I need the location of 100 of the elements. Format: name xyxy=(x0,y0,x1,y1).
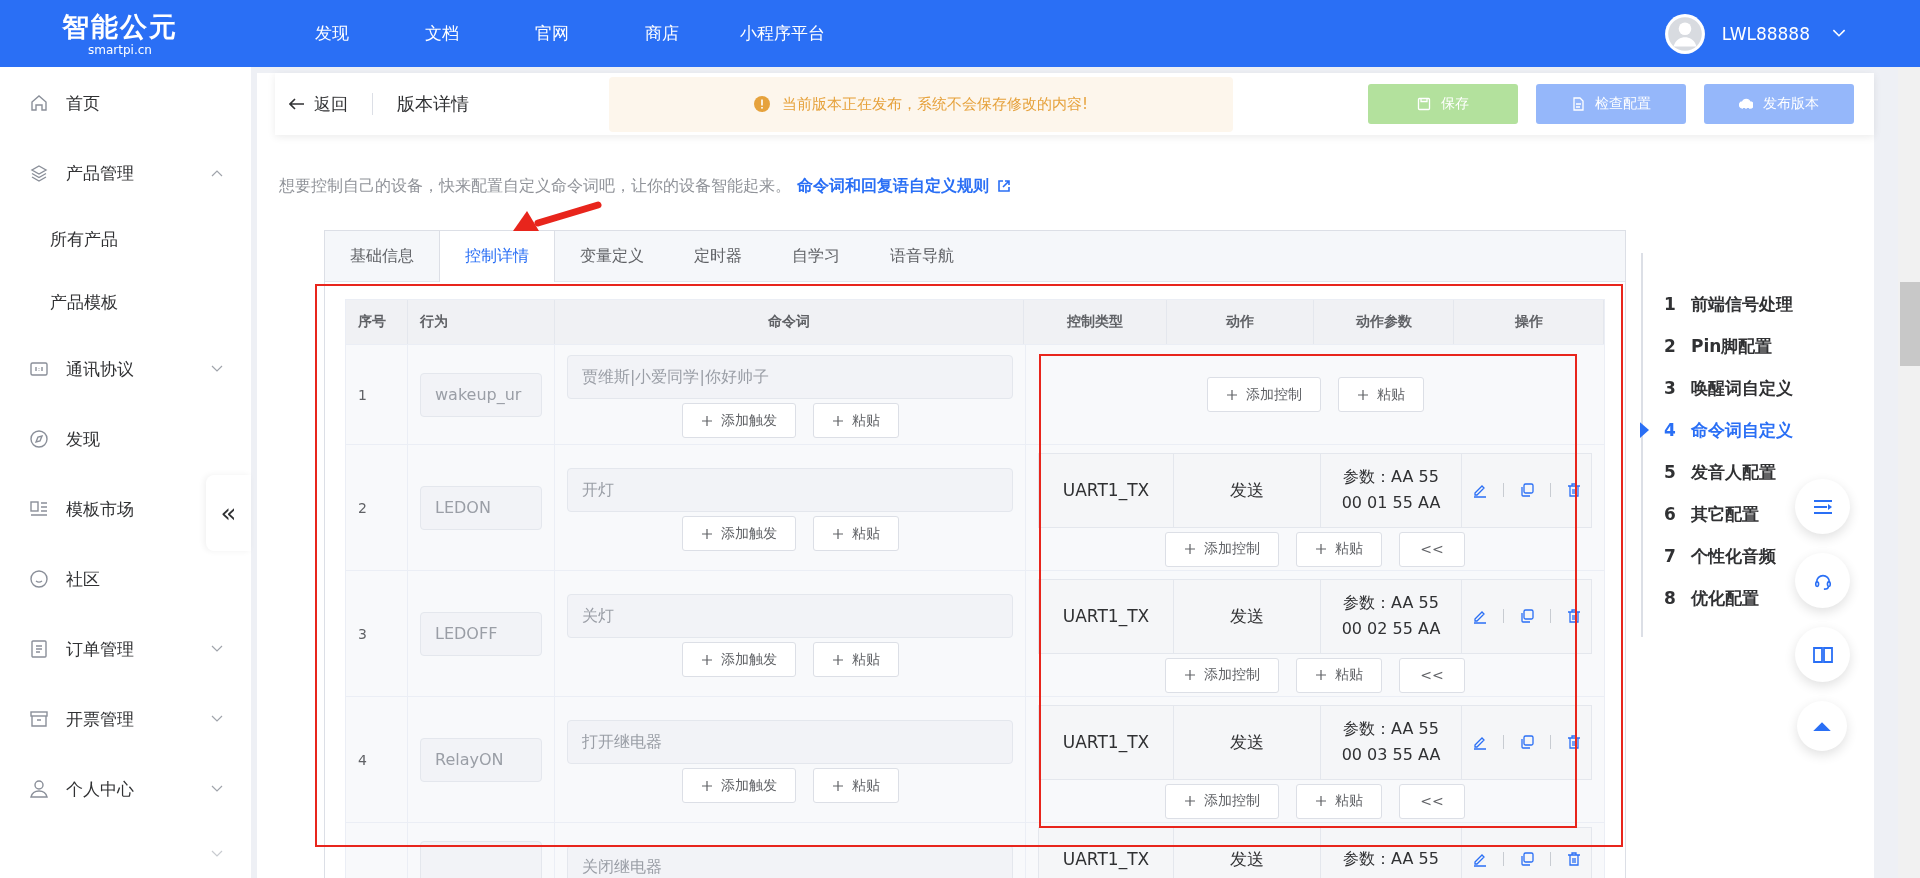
chevron-down-icon[interactable] xyxy=(1832,29,1846,38)
control-type-cell: UART1_TX xyxy=(1039,828,1174,878)
copy-icon[interactable] xyxy=(1518,608,1535,624)
paste-button[interactable]: 粘贴 xyxy=(1296,531,1383,567)
step-link[interactable]: 7 个性化音频 xyxy=(1643,535,1874,577)
collapse-button[interactable]: << xyxy=(1399,531,1465,567)
plus-icon xyxy=(700,779,713,792)
sidebar-item[interactable]: 模板市场 xyxy=(0,474,200,544)
sidebar-item[interactable]: 个人中心 xyxy=(0,754,251,824)
paste-button[interactable]: 粘贴 xyxy=(812,516,899,551)
nav-link[interactable]: 小程序平台 xyxy=(717,22,847,45)
row-number: 2 xyxy=(358,499,368,516)
smile-icon xyxy=(29,569,49,589)
copy-icon[interactable] xyxy=(1518,734,1535,750)
step-link[interactable]: 1 前端信号处理 xyxy=(1643,283,1874,325)
behavior-field[interactable] xyxy=(420,841,542,878)
paste-button[interactable]: 粘贴 xyxy=(812,403,899,438)
nav-link[interactable]: 文档 xyxy=(387,22,497,45)
tab[interactable]: 定时器 xyxy=(669,231,767,281)
sidebar-item[interactable]: 发现 xyxy=(0,404,200,474)
step-link[interactable]: 6 其它配置 xyxy=(1643,493,1874,535)
tab[interactable]: 控制详情 xyxy=(439,231,555,282)
step-link[interactable]: 3 唤醒词自定义 xyxy=(1643,367,1874,409)
sidebar-item[interactable]: 首页 xyxy=(0,68,200,138)
delete-icon[interactable] xyxy=(1565,734,1582,750)
avatar-icon[interactable] xyxy=(1663,12,1706,55)
back-button[interactable]: 返回 xyxy=(289,92,348,116)
user-icon xyxy=(29,779,49,799)
add-trigger-button[interactable]: 添加触发 xyxy=(681,642,796,677)
step-link[interactable]: 2 Pin脚配置 xyxy=(1643,325,1874,367)
plus-icon xyxy=(1315,795,1328,807)
alert-text: 当前版本正在发布，系统不会保存修改的内容! xyxy=(782,94,1088,114)
plus-icon xyxy=(831,779,844,792)
add-control-button[interactable]: 添加控制 xyxy=(1165,783,1280,819)
save-icon xyxy=(1417,97,1431,111)
tab[interactable]: 基础信息 xyxy=(325,231,439,281)
plus-icon xyxy=(1315,543,1328,555)
param-text: 参数：AA 55 xyxy=(1343,466,1439,488)
param-text: 00 02 55 AA xyxy=(1341,618,1441,640)
step-link[interactable]: 5 发音人配置 xyxy=(1643,451,1874,493)
param-text: 参数：AA 55 xyxy=(1343,848,1439,870)
external-link-icon[interactable] xyxy=(997,179,1011,193)
add-trigger-button[interactable]: 添加触发 xyxy=(681,768,796,803)
tab[interactable]: 变量定义 xyxy=(555,231,669,281)
sidebar-subitem[interactable]: 产品模板 xyxy=(0,271,251,334)
row-number: 1 xyxy=(358,386,368,403)
collapse-button[interactable]: << xyxy=(1399,657,1465,693)
add-trigger-button[interactable]: 添加触发 xyxy=(681,403,796,438)
rules-link[interactable]: 命令词和回复语自定义规则 xyxy=(797,175,989,197)
delete-icon[interactable] xyxy=(1565,608,1582,624)
tab[interactable]: 自学习 xyxy=(767,231,865,281)
param-text: 00 01 55 AA xyxy=(1341,492,1441,514)
step-link[interactable]: 8 优化配置 xyxy=(1643,577,1874,619)
tab[interactable]: 语音导航 xyxy=(865,231,979,281)
sidebar-item[interactable]: 开票管理 xyxy=(0,684,251,754)
add-control-button[interactable]: 添加控制 xyxy=(1165,657,1280,693)
indent-icon xyxy=(1812,497,1833,516)
paste-button[interactable]: 粘贴 xyxy=(812,768,899,803)
action-cell: 发送 xyxy=(1174,705,1321,779)
copy-icon[interactable] xyxy=(1518,482,1535,498)
sidebar-item[interactable]: 订单管理 xyxy=(0,614,251,684)
param-text: 参数：AA 55 xyxy=(1343,592,1439,614)
collapse-button[interactable]: << xyxy=(1399,783,1465,819)
paste-button[interactable]: 粘贴 xyxy=(1337,377,1424,412)
sidebar-item[interactable]: 产品管理 xyxy=(0,138,251,208)
add-control-button[interactable]: 添加控制 xyxy=(1165,531,1280,567)
document-icon xyxy=(29,639,49,659)
plus-icon xyxy=(700,653,713,666)
add-trigger-button[interactable]: 添加触发 xyxy=(681,516,796,551)
control-type-cell: UART1_TX xyxy=(1039,579,1174,653)
template-icon xyxy=(29,499,49,519)
sidebar-item[interactable]: 通讯协议 xyxy=(0,334,251,404)
step-link[interactable]: 4 命令词自定义 xyxy=(1643,409,1874,451)
paste-button[interactable]: 粘贴 xyxy=(812,642,899,677)
user-name[interactable]: LWL88888 xyxy=(1721,23,1810,44)
row-number: 3 xyxy=(358,625,368,642)
sidebar-subitem[interactable]: 所有产品 xyxy=(0,208,251,271)
sidebar-item[interactable]: 社区 xyxy=(0,544,200,614)
nav-link[interactable]: 商店 xyxy=(607,22,717,45)
collapse-button[interactable]: « xyxy=(206,475,251,551)
paste-button[interactable]: 粘贴 xyxy=(1296,783,1383,819)
nav-link[interactable]: 发现 xyxy=(277,22,387,45)
paste-button[interactable]: 粘贴 xyxy=(1296,657,1383,693)
delete-icon[interactable] xyxy=(1565,482,1582,498)
scrollbar-thumb[interactable] xyxy=(1900,282,1920,366)
copy-icon[interactable] xyxy=(1518,851,1535,867)
nav-link[interactable]: 官网 xyxy=(497,22,607,45)
plus-icon xyxy=(1225,388,1238,401)
plus-icon xyxy=(1356,388,1369,401)
plus-icon xyxy=(1184,669,1197,681)
add-control-button[interactable]: 添加控制 xyxy=(1206,377,1321,412)
action-cell: 发送 xyxy=(1174,579,1321,653)
logo-text[interactable]: 智能公元 xyxy=(62,10,178,43)
action-cell: 发送 xyxy=(1174,453,1321,527)
page-title: 版本详情 xyxy=(397,92,469,116)
plus-icon xyxy=(831,414,844,427)
delete-icon[interactable] xyxy=(1565,851,1582,867)
plus-icon xyxy=(1315,669,1328,681)
plus-icon xyxy=(831,527,844,540)
plus-icon xyxy=(831,653,844,666)
